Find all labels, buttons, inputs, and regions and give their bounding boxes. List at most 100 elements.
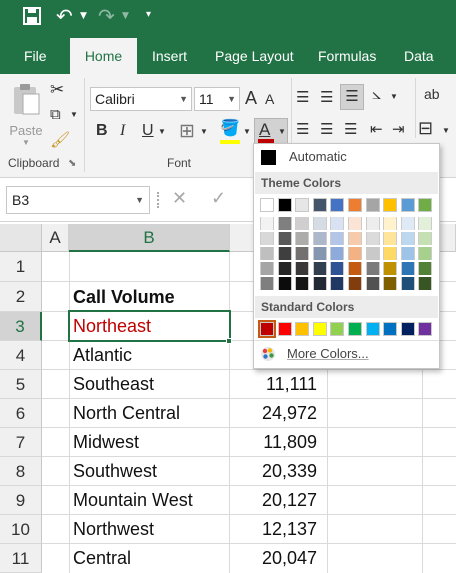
- theme-tint-swatch[interactable]: [330, 217, 345, 230]
- theme-tint-swatch[interactable]: [312, 217, 327, 230]
- theme-tint-swatch[interactable]: [383, 247, 398, 260]
- tab-page-layout[interactable]: Page Layout: [203, 38, 306, 74]
- wrap-text-button[interactable]: ab: [424, 86, 440, 102]
- theme-color-swatch[interactable]: [260, 198, 274, 212]
- theme-tint-swatch[interactable]: [365, 232, 380, 245]
- theme-tint-swatch[interactable]: [400, 262, 415, 275]
- theme-tint-swatch[interactable]: [400, 217, 415, 230]
- middle-align-icon[interactable]: ☰: [320, 88, 333, 106]
- theme-tint-swatch[interactable]: [365, 277, 380, 290]
- theme-tint-swatch[interactable]: [260, 247, 274, 260]
- decrease-font-size-button[interactable]: A: [265, 91, 274, 107]
- standard-color-swatch[interactable]: [365, 322, 380, 336]
- font-size-combo[interactable]: 11 ▼: [194, 87, 240, 111]
- center-icon[interactable]: ☰: [320, 120, 333, 138]
- copy-icon[interactable]: ⧉: [50, 106, 61, 123]
- select-all-corner[interactable]: [0, 224, 42, 252]
- save-icon[interactable]: [22, 6, 42, 30]
- top-align-icon[interactable]: ☰: [296, 88, 309, 106]
- formula-bar-grip[interactable]: [157, 192, 161, 208]
- tab-data[interactable]: Data: [392, 38, 446, 74]
- row-header[interactable]: 2: [0, 282, 42, 312]
- theme-color-swatch[interactable]: [312, 198, 327, 212]
- merge-center-icon[interactable]: ⊟: [418, 118, 433, 139]
- tab-home[interactable]: Home: [70, 38, 137, 74]
- cell-b4[interactable]: Atlantic: [69, 341, 229, 369]
- theme-tint-swatch[interactable]: [383, 262, 398, 275]
- theme-color-swatch[interactable]: [330, 198, 345, 212]
- row-header[interactable]: 11: [0, 544, 42, 573]
- theme-color-swatch[interactable]: [383, 198, 398, 212]
- redo-icon[interactable]: ↷: [98, 4, 115, 28]
- cell-c7[interactable]: 11,809: [230, 428, 327, 456]
- cell-c9[interactable]: 20,127: [230, 486, 327, 514]
- theme-color-swatch[interactable]: [348, 198, 362, 212]
- theme-tint-swatch[interactable]: [348, 277, 362, 290]
- theme-tint-swatch[interactable]: [312, 262, 327, 275]
- theme-tint-swatch[interactable]: [348, 247, 362, 260]
- font-color-button[interactable]: A ▼: [254, 118, 288, 146]
- row-header[interactable]: 8: [0, 457, 42, 486]
- theme-tint-swatch[interactable]: [295, 277, 310, 290]
- theme-tint-swatch[interactable]: [260, 262, 274, 275]
- tab-formulas[interactable]: Formulas: [306, 38, 388, 74]
- fill-color-icon[interactable]: 🪣: [220, 118, 240, 144]
- theme-tint-swatch[interactable]: [330, 277, 345, 290]
- row-header[interactable]: 1: [0, 252, 42, 282]
- paste-button[interactable]: Paste ▼: [8, 82, 44, 150]
- cell-b2[interactable]: Call Volume: [69, 282, 229, 311]
- increase-font-size-button[interactable]: A: [245, 88, 257, 109]
- standard-color-swatch[interactable]: [400, 322, 415, 336]
- cell-b7[interactable]: Midwest: [69, 428, 229, 456]
- theme-tint-swatch[interactable]: [312, 277, 327, 290]
- row-header[interactable]: 4: [0, 341, 42, 370]
- standard-color-swatch[interactable]: [330, 322, 345, 336]
- orientation-icon[interactable]: ⦣: [372, 86, 381, 104]
- name-box[interactable]: B3 ▼: [6, 186, 150, 214]
- row-header[interactable]: 10: [0, 515, 42, 544]
- cell-c10[interactable]: 12,137: [230, 515, 327, 543]
- fill-color-dropdown-icon[interactable]: ▼: [243, 127, 251, 136]
- underline-dropdown-icon[interactable]: ▼: [158, 127, 166, 136]
- standard-color-swatch[interactable]: [312, 322, 327, 336]
- cut-icon[interactable]: ✂: [50, 80, 64, 100]
- theme-tint-swatch[interactable]: [330, 232, 345, 245]
- column-header-a[interactable]: A: [42, 224, 69, 252]
- clipboard-launcher-icon[interactable]: ⬊: [68, 158, 76, 169]
- theme-tint-swatch[interactable]: [295, 232, 310, 245]
- column-header-b[interactable]: B: [69, 224, 230, 252]
- standard-color-swatch[interactable]: [277, 322, 292, 336]
- customize-qat-icon[interactable]: ▾: [146, 9, 151, 20]
- theme-tint-swatch[interactable]: [383, 217, 398, 230]
- theme-tint-swatch[interactable]: [383, 277, 398, 290]
- theme-color-swatch[interactable]: [418, 198, 433, 212]
- increase-indent-icon[interactable]: ⇥: [392, 120, 405, 138]
- theme-color-swatch[interactable]: [400, 198, 415, 212]
- theme-tint-swatch[interactable]: [312, 247, 327, 260]
- cell-c6[interactable]: 24,972: [230, 399, 327, 427]
- orientation-dropdown-icon[interactable]: ▼: [390, 92, 398, 101]
- cell-b9[interactable]: Mountain West: [69, 486, 229, 514]
- theme-color-swatch[interactable]: [277, 198, 292, 212]
- row-header[interactable]: 7: [0, 428, 42, 457]
- row-header[interactable]: 9: [0, 486, 42, 515]
- font-name-combo[interactable]: Calibri ▼: [90, 87, 192, 111]
- theme-color-swatch[interactable]: [295, 198, 310, 212]
- theme-tint-swatch[interactable]: [260, 277, 274, 290]
- row-header[interactable]: 6: [0, 399, 42, 428]
- theme-color-swatch[interactable]: [365, 198, 380, 212]
- copy-dropdown-icon[interactable]: ▼: [70, 110, 78, 119]
- theme-tint-swatch[interactable]: [418, 277, 433, 290]
- cell-b10[interactable]: Northwest: [69, 515, 229, 543]
- theme-tint-swatch[interactable]: [418, 232, 433, 245]
- theme-tint-swatch[interactable]: [312, 232, 327, 245]
- standard-color-swatch[interactable]: [258, 320, 276, 338]
- align-right-icon[interactable]: ☰: [344, 120, 357, 138]
- cell-b6[interactable]: North Central: [69, 399, 229, 427]
- theme-tint-swatch[interactable]: [295, 247, 310, 260]
- theme-tint-swatch[interactable]: [365, 217, 380, 230]
- theme-tint-swatch[interactable]: [348, 232, 362, 245]
- enter-icon[interactable]: ✓: [211, 188, 226, 209]
- tab-file[interactable]: File: [12, 38, 59, 74]
- fill-handle[interactable]: [226, 338, 232, 344]
